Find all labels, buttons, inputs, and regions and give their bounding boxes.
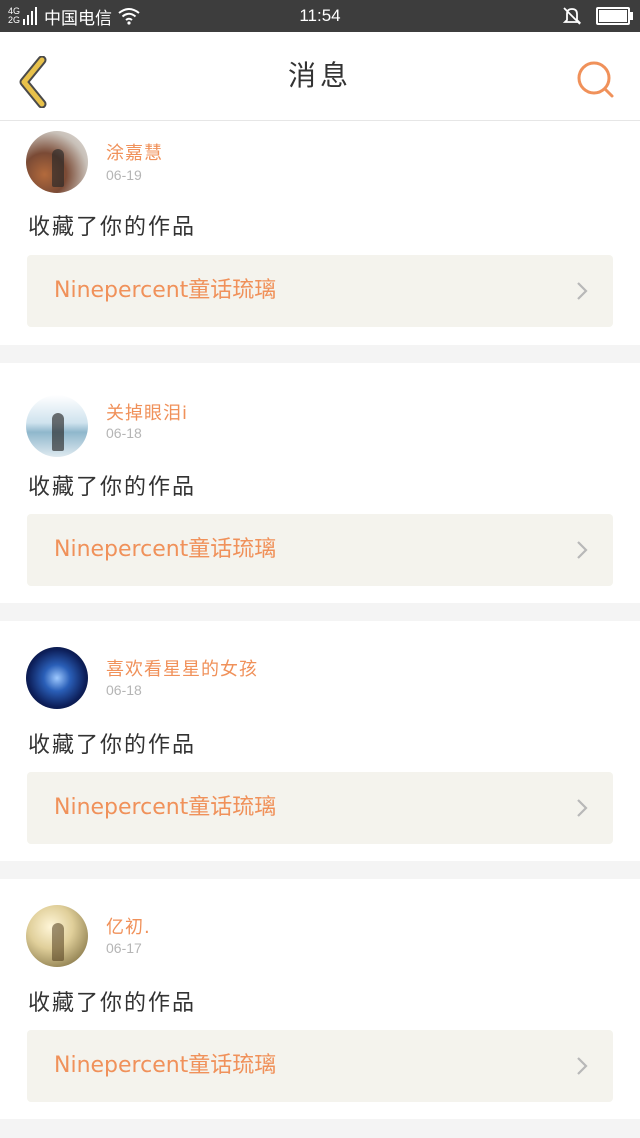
notification-card: 亿初. 06-17 收藏了你的作品 Ninepercent童话琉璃 [0, 879, 640, 1119]
notification-date: 06-18 [106, 425, 142, 441]
work-link[interactable]: Ninepercent童话琉璃 [27, 1030, 613, 1102]
user-name[interactable]: 关掉眼泪i [106, 399, 188, 425]
bell-muted-icon [562, 7, 582, 25]
status-bar: 4G 2G 中国电信 11:54 [0, 0, 640, 32]
page-title: 消息 [287, 59, 352, 92]
chevron-right-icon [577, 1057, 588, 1075]
notification-date: 06-19 [106, 167, 142, 183]
notification-card: 关掉眼泪i 06-18 收藏了你的作品 Ninepercent童话琉璃 [0, 363, 640, 603]
notification-card: 喜欢看星星的女孩 06-18 收藏了你的作品 Ninepercent童话琉璃 [0, 621, 640, 861]
action-text: 收藏了你的作品 [28, 991, 197, 1016]
notification-date: 06-17 [106, 940, 142, 956]
work-title: Ninepercent童话琉璃 [54, 537, 277, 562]
work-link[interactable]: Ninepercent童话琉璃 [27, 255, 613, 327]
notification-date: 06-18 [106, 682, 142, 698]
chevron-right-icon [577, 541, 588, 559]
avatar[interactable] [26, 395, 88, 457]
notification-list: 涂嘉慧 06-19 收藏了你的作品 Ninepercent童话琉璃 关掉眼泪i … [0, 121, 640, 1137]
avatar[interactable] [26, 905, 88, 967]
battery-icon [596, 7, 633, 25]
work-link[interactable]: Ninepercent童话琉璃 [27, 514, 613, 586]
status-right [562, 0, 633, 32]
status-time: 11:54 [299, 6, 341, 25]
avatar[interactable] [26, 131, 88, 193]
work-title: Ninepercent童话琉璃 [54, 278, 277, 303]
work-title: Ninepercent童话琉璃 [54, 1053, 277, 1078]
avatar[interactable] [26, 647, 88, 709]
action-text: 收藏了你的作品 [28, 475, 197, 500]
chevron-right-icon [577, 282, 588, 300]
notification-card: 涂嘉慧 06-19 收藏了你的作品 Ninepercent童话琉璃 [0, 121, 640, 345]
action-text: 收藏了你的作品 [28, 215, 197, 240]
work-title: Ninepercent童话琉璃 [54, 795, 277, 820]
user-name[interactable]: 喜欢看星星的女孩 [106, 655, 258, 681]
nav-bar: 消息 [0, 32, 640, 121]
user-name[interactable]: 亿初. [106, 913, 151, 939]
chevron-right-icon [577, 799, 588, 817]
work-link[interactable]: Ninepercent童话琉璃 [27, 772, 613, 844]
search-icon[interactable] [576, 60, 616, 100]
user-name[interactable]: 涂嘉慧 [106, 139, 163, 165]
action-text: 收藏了你的作品 [28, 733, 197, 758]
